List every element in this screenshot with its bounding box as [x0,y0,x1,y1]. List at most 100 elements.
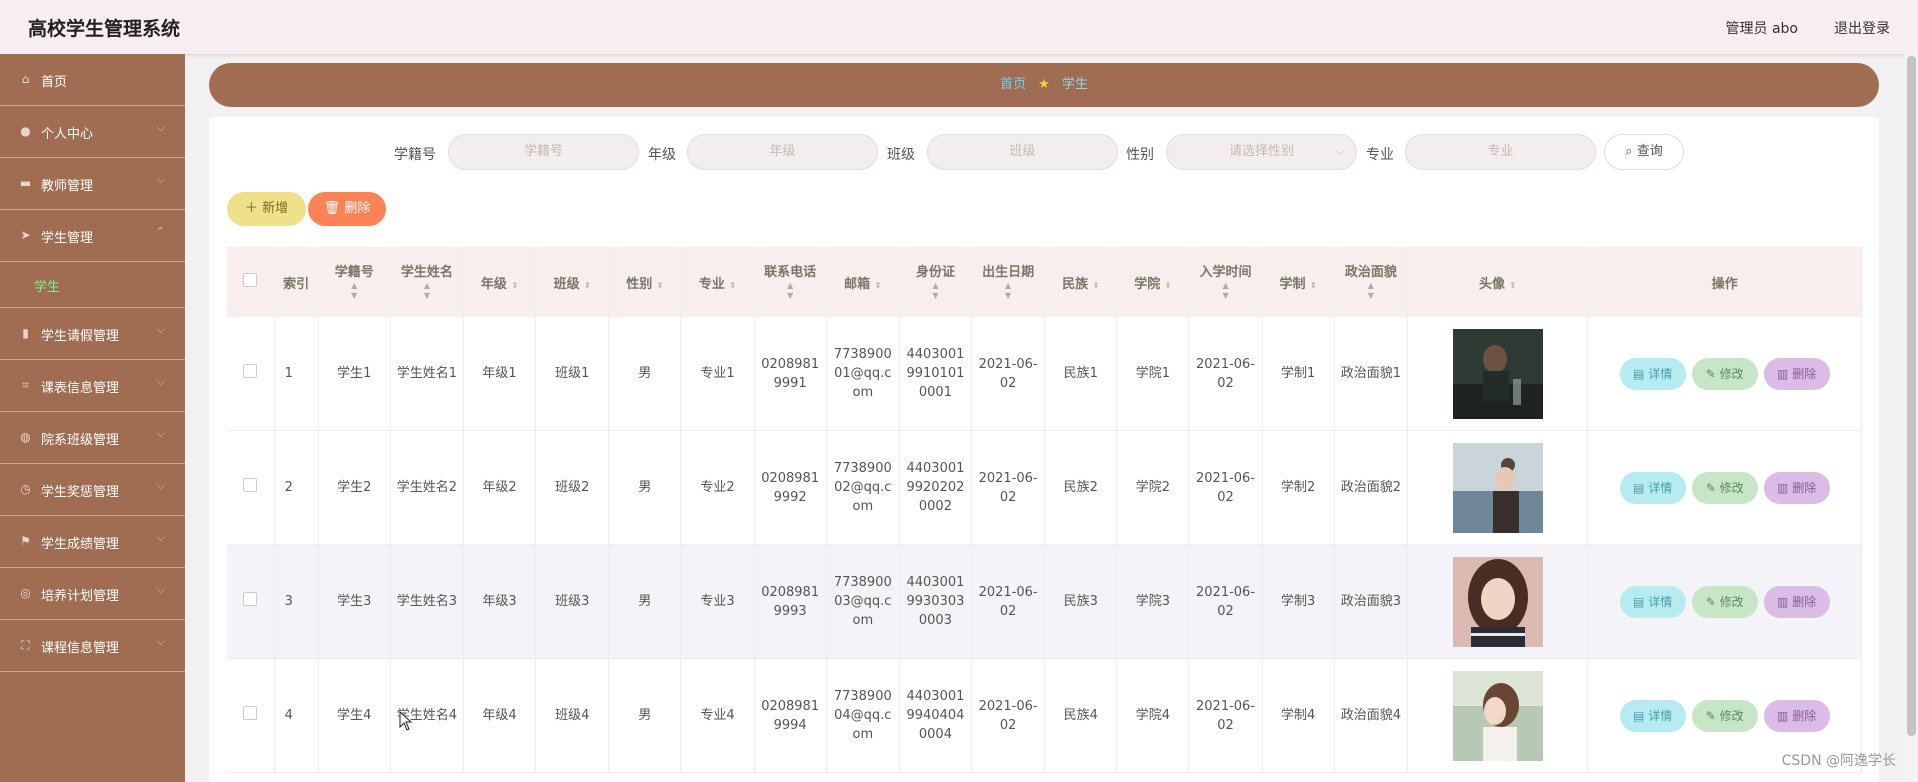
cell-email: 773890001@qq.com [826,317,900,431]
sidebar-item-leave[interactable]: ▮ 学生请假管理 ⌵ [0,308,185,360]
sort-icon[interactable]: ▲ ▼ [757,281,824,301]
col-header-enroll[interactable]: 入学时间 ▲ ▼ [1188,247,1263,317]
col-header-name[interactable]: 学生姓名 ▲ ▼ [390,247,464,317]
sort-icon[interactable]: ⇕ [1165,281,1172,290]
xuejihao-input[interactable]: 学籍号 [448,134,639,170]
cell-political: 政治面貌3 [1334,544,1408,659]
document-icon: ▤ [1633,480,1645,495]
col-header-class[interactable]: 班级 ⇕ [535,247,610,317]
row-checkbox[interactable] [243,591,258,606]
add-button[interactable]: ＋ 新增 [227,192,306,226]
delete-button[interactable]: ▥ 删除 [1763,357,1830,390]
sidebar-item-home[interactable]: ⌂ 首页 [0,54,185,106]
col-header-email[interactable]: 邮箱 ⇕ [826,247,900,317]
edit-label: 修改 [1719,480,1744,495]
cell-birth: 2021-06-02 [971,430,1046,545]
sidebar-item-teachers[interactable]: ▬ 教师管理 ⌵ [0,158,185,210]
edit-button[interactable]: ✎ 修改 [1691,471,1758,504]
cell-avatar [1407,317,1589,431]
sidebar-item-plans[interactable]: ◎ 培养计划管理 ⌵ [0,568,185,620]
trash-icon: ▥ [1777,366,1789,381]
sort-icon[interactable]: ⇕ [511,281,518,290]
delete-button[interactable]: ▥ 删除 [1763,699,1830,732]
col-header-grade[interactable]: 年级 ⇕ [463,247,537,317]
col-header-ethnic[interactable]: 民族 ⇕ [1044,247,1118,317]
edit-button[interactable]: ✎ 修改 [1691,585,1758,618]
col-header-system[interactable]: 学制 ⇕ [1262,247,1335,317]
cell-college: 学院3 [1116,544,1190,659]
col-header-phone[interactable]: 联系电话 ▲ ▼ [754,247,827,317]
cell-name: 学生姓名2 [390,430,464,545]
row-select[interactable] [227,430,275,545]
cell-idcard: 440300199303030003 [899,544,973,659]
sort-icon[interactable]: ▲ ▼ [902,281,969,301]
search-button[interactable]: ⌕ 查询 [1604,134,1684,170]
detail-button[interactable]: ▤ 详情 [1619,699,1686,732]
sort-icon[interactable]: ⇕ [584,281,591,290]
detail-button[interactable]: ▤ 详情 [1619,471,1686,504]
major-input[interactable]: 专业 [1405,134,1596,170]
edit-button[interactable]: ✎ 修改 [1691,357,1758,390]
row-checkbox[interactable] [243,477,258,492]
sort-icon[interactable]: ▲ ▼ [1337,281,1405,301]
cell-index: 2 [274,430,319,545]
cell-major: 专业3 [680,544,755,659]
row-checkbox[interactable] [243,705,258,720]
briefcase-icon: ▬ [19,176,32,190]
detail-button[interactable]: ▤ 详情 [1619,585,1686,618]
breadcrumb-current: 学生 [1061,77,1088,92]
col-header-idcard[interactable]: 身份证 ▲ ▼ [899,247,973,317]
sort-icon[interactable]: ⇕ [875,281,882,290]
detail-label: 详情 [1648,480,1673,495]
col-header-xuejihao[interactable]: 学籍号 ▲ ▼ [318,247,391,317]
edit-button[interactable]: ✎ 修改 [1691,699,1758,732]
sort-icon[interactable]: ⇕ [1310,281,1317,290]
sort-icon[interactable]: ▲ ▼ [321,281,388,301]
col-header-major[interactable]: 专业 ⇕ [680,247,755,317]
row-select[interactable] [227,658,275,773]
sort-icon[interactable]: ⇕ [1510,281,1517,290]
col-header-avatar[interactable]: 头像 ⇕ [1407,247,1589,317]
batch-delete-button[interactable]: 🗑 删除 [308,192,386,226]
cell-idcard: 440300199404040004 [899,658,973,773]
sidebar-subitem-student[interactable]: 学生 [0,262,185,308]
sort-icon[interactable]: ▲ ▼ [1191,281,1259,301]
row-checkbox[interactable] [243,363,258,378]
cell-major: 专业1 [680,317,755,431]
sidebar-item-students[interactable]: ➤ 学生管理 ⌃ [0,210,185,262]
select-all-header[interactable] [227,247,275,317]
class-input[interactable]: 班级 [927,134,1118,170]
cell-class: 班级2 [535,430,610,545]
sidebar-item-rewards[interactable]: ◷ 学生奖惩管理 ⌵ [0,464,185,516]
sort-icon[interactable]: ⇕ [729,281,736,290]
col-header-gender[interactable]: 性别 ⇕ [608,247,682,317]
delete-button[interactable]: ▥ 删除 [1763,585,1830,618]
sidebar-item-profile[interactable]: ● 个人中心 ⌵ [0,106,185,158]
col-header-birth[interactable]: 出生日期 ▲ ▼ [971,247,1046,317]
logout-link[interactable]: 退出登录 [1834,18,1890,38]
cell-class: 班级3 [535,544,610,659]
gender-select[interactable]: 请选择性别 ⌵ [1166,134,1357,170]
sidebar-item-grades[interactable]: ⚑ 学生成绩管理 ⌵ [0,516,185,568]
row-select[interactable] [227,544,275,659]
col-header-college[interactable]: 学院 ⇕ [1116,247,1190,317]
sort-icon[interactable]: ⇕ [1093,281,1100,290]
grade-input[interactable]: 年级 [687,134,878,170]
sort-icon[interactable]: ▲ ▼ [974,281,1042,301]
delete-button[interactable]: ▥ 删除 [1763,471,1830,504]
row-select[interactable] [227,317,275,431]
cell-idcard: 440300199202020002 [899,430,973,545]
sort-icon[interactable]: ▲ ▼ [393,281,461,301]
sort-icon[interactable]: ⇕ [657,281,664,290]
select-all-checkbox[interactable] [243,273,258,287]
col-header-political[interactable]: 政治面貌 ▲ ▼ [1334,247,1408,317]
sidebar-item-departments[interactable]: ◍ 院系班级管理 ⌵ [0,412,185,464]
sidebar-item-timetable[interactable]: ⌗ 课表信息管理 ⌵ [0,360,185,412]
plus-icon: ＋ [244,201,258,216]
breadcrumb-home[interactable]: 首页 [1000,77,1026,92]
edit-label: 修改 [1719,366,1744,381]
scrollbar-thumb[interactable] [1907,56,1916,736]
sidebar-item-courses[interactable]: ⛶ 课程信息管理 ⌵ [0,620,185,672]
detail-button[interactable]: ▤ 详情 [1619,357,1686,390]
col-header-index: 索引 [274,247,319,317]
